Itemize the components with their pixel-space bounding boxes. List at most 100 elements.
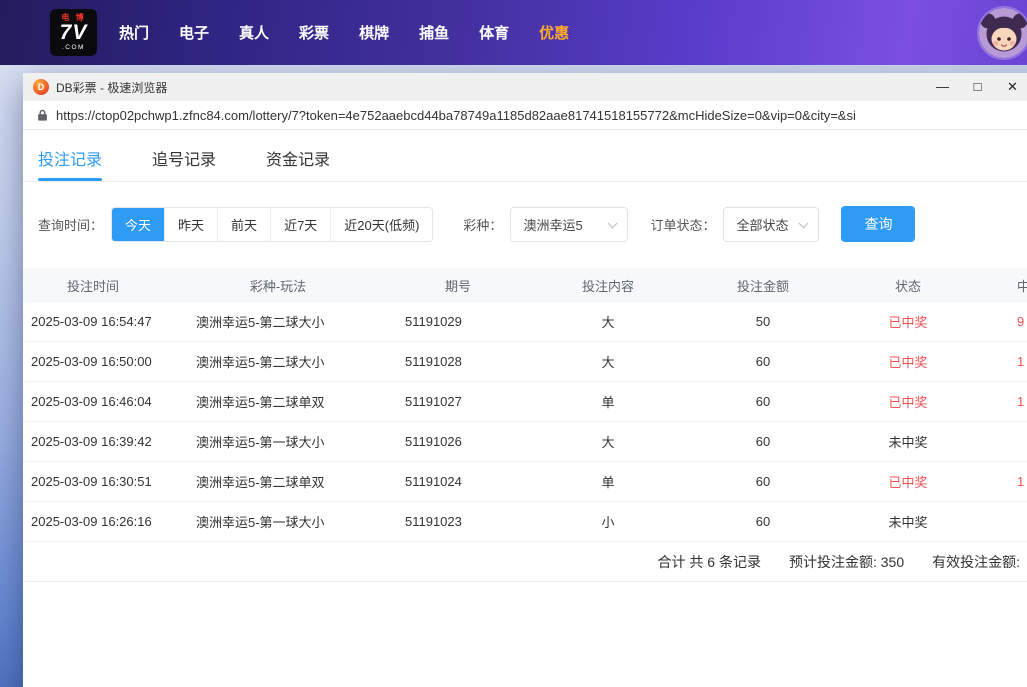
cell-prize: 1 [983, 354, 1027, 369]
cell-issue: 51191026 [393, 434, 523, 449]
cell-issue: 51191023 [393, 514, 523, 529]
minimize-button[interactable]: — [925, 73, 960, 101]
time-option-3[interactable]: 前天 [217, 208, 270, 241]
col-header-3: 期号 [393, 276, 523, 295]
cell-prize: 9 [983, 314, 1027, 329]
cell-content: 大 [523, 432, 693, 451]
table-row: 2025-03-09 16:39:42澳洲幸运5-第一球大小51191026大6… [23, 422, 1027, 462]
tab-2[interactable]: 追号记录 [152, 142, 216, 181]
cell-status: 已中奖 [833, 352, 983, 371]
maximize-button[interactable]: □ [960, 73, 995, 101]
tab-3[interactable]: 资金记录 [266, 142, 330, 181]
lock-icon [37, 108, 48, 122]
table-header: 投注时间彩种-玩法期号投注内容投注金额状态中奖金额 [23, 268, 1027, 302]
browser-window: D DB彩票 - 极速浏览器 — □ ✕ https://ctop02pchwp… [23, 73, 1027, 687]
tab-1[interactable]: 投注记录 [38, 142, 102, 181]
chevron-down-icon [799, 218, 809, 228]
time-option-5[interactable]: 近20天(低频) [330, 208, 432, 241]
nav-item-1[interactable]: 热门 [119, 22, 149, 43]
cell-amount: 60 [693, 394, 833, 409]
cell-amount: 60 [693, 514, 833, 529]
table-row: 2025-03-09 16:46:04澳洲幸运5-第二球单双51191027单6… [23, 382, 1027, 422]
cell-game: 澳洲幸运5-第二球单双 [163, 472, 393, 491]
time-option-4[interactable]: 近7天 [270, 208, 330, 241]
table-row: 2025-03-09 16:26:16澳洲幸运5-第一球大小51191023小6… [23, 502, 1027, 542]
summary-total-records: 合计 共 6 条记录 [658, 552, 761, 572]
page-content: 投注记录 追号记录 资金记录 查询时间： 今天昨天前天近7天近20天(低频) 彩种：… [23, 130, 1027, 687]
cell-issue: 51191028 [393, 354, 523, 369]
url-text: https://ctop02pchwp1.zfnc84.com/lottery/… [56, 108, 856, 123]
window-controls: — □ ✕ [925, 73, 1027, 101]
cell-amount: 60 [693, 474, 833, 489]
lottery-select-value: 澳洲幸运5 [523, 215, 582, 234]
nav-item-5[interactable]: 棋牌 [359, 22, 389, 43]
cell-content: 小 [523, 512, 693, 531]
col-header-2: 彩种-玩法 [163, 276, 393, 295]
table-row: 2025-03-09 16:30:51澳洲幸运5-第二球单双51191024单6… [23, 462, 1027, 502]
summary-row: 合计 共 6 条记录 预计投注金额: 350 有效投注金额: [23, 542, 1027, 582]
cell-issue: 51191027 [393, 394, 523, 409]
filter-bar: 查询时间： 今天昨天前天近7天近20天(低频) 彩种： 澳洲幸运5 订单状态： … [38, 206, 1027, 242]
nav-item-2[interactable]: 电子 [179, 22, 209, 43]
site-favicon-icon: D [33, 79, 49, 95]
cell-prize: 1 [983, 394, 1027, 409]
cell-issue: 51191029 [393, 314, 523, 329]
cell-game: 澳洲幸运5-第二球大小 [163, 312, 393, 331]
cell-status: 已中奖 [833, 472, 983, 491]
nav-item-6[interactable]: 捕鱼 [419, 22, 449, 43]
nav-item-3[interactable]: 真人 [239, 22, 269, 43]
record-tabs: 投注记录 追号记录 资金记录 [23, 142, 1027, 182]
user-avatar[interactable] [979, 8, 1027, 58]
col-header-6: 状态 [833, 276, 983, 295]
logo-text: 7V [60, 22, 88, 43]
table-row: 2025-03-09 16:54:47澳洲幸运5-第二球大小51191029大5… [23, 302, 1027, 342]
cell-time: 2025-03-09 16:30:51 [23, 474, 163, 489]
cell-issue: 51191024 [393, 474, 523, 489]
cell-game: 澳洲幸运5-第二球大小 [163, 352, 393, 371]
window-titlebar[interactable]: D DB彩票 - 极速浏览器 — □ ✕ [23, 73, 1027, 101]
browser-address-bar[interactable]: https://ctop02pchwp1.zfnc84.com/lottery/… [23, 101, 1027, 130]
cell-time: 2025-03-09 16:46:04 [23, 394, 163, 409]
cell-time: 2025-03-09 16:50:00 [23, 354, 163, 369]
cell-game: 澳洲幸运5-第一球大小 [163, 512, 393, 531]
cell-content: 大 [523, 312, 693, 331]
time-filter-group: 今天昨天前天近7天近20天(低频) [111, 207, 433, 242]
logo-subtext: .COM [62, 43, 85, 52]
lottery-select[interactable]: 澳洲幸运5 [510, 207, 628, 242]
cell-time: 2025-03-09 16:54:47 [23, 314, 163, 329]
cell-amount: 50 [693, 314, 833, 329]
nav-item-4[interactable]: 彩票 [299, 22, 329, 43]
summary-expected-amount: 预计投注金额: 350 [789, 552, 904, 572]
cell-game: 澳洲幸运5-第二球单双 [163, 392, 393, 411]
avatar-image [979, 8, 1027, 58]
time-option-1[interactable]: 今天 [112, 208, 164, 241]
site-logo[interactable]: 电 博 7V .COM [50, 9, 97, 56]
cell-content: 单 [523, 472, 693, 491]
cell-time: 2025-03-09 16:39:42 [23, 434, 163, 449]
nav-item-7[interactable]: 体育 [479, 22, 509, 43]
cell-content: 单 [523, 392, 693, 411]
lottery-filter-label: 彩种： [463, 215, 502, 234]
cell-status: 已中奖 [833, 392, 983, 411]
time-option-2[interactable]: 昨天 [164, 208, 217, 241]
table-body: 2025-03-09 16:54:47澳洲幸运5-第二球大小51191029大5… [23, 302, 1027, 542]
cell-status: 未中奖 [833, 512, 983, 531]
col-header-7: 中奖金额 [983, 276, 1027, 295]
cell-amount: 60 [693, 354, 833, 369]
order-status-select[interactable]: 全部状态 [723, 207, 819, 242]
bet-records-table: 投注时间彩种-玩法期号投注内容投注金额状态中奖金额 2025-03-09 16:… [23, 268, 1027, 542]
cell-status: 未中奖 [833, 432, 983, 451]
cell-content: 大 [523, 352, 693, 371]
cell-status: 已中奖 [833, 312, 983, 331]
search-button[interactable]: 查询 [841, 206, 915, 242]
nav-item-8[interactable]: 优惠 [539, 22, 569, 43]
close-button[interactable]: ✕ [995, 73, 1027, 101]
time-filter-label: 查询时间： [38, 215, 103, 234]
col-header-5: 投注金额 [693, 276, 833, 295]
cell-amount: 60 [693, 434, 833, 449]
top-navigation-bar: 电 博 7V .COM 热门 电子 真人 彩票 棋牌 捕鱼 体育 优惠 [0, 0, 1027, 65]
cell-game: 澳洲幸运5-第一球大小 [163, 432, 393, 451]
col-header-1: 投注时间 [23, 276, 163, 295]
cell-prize: 1 [983, 474, 1027, 489]
order-status-value: 全部状态 [736, 215, 788, 234]
